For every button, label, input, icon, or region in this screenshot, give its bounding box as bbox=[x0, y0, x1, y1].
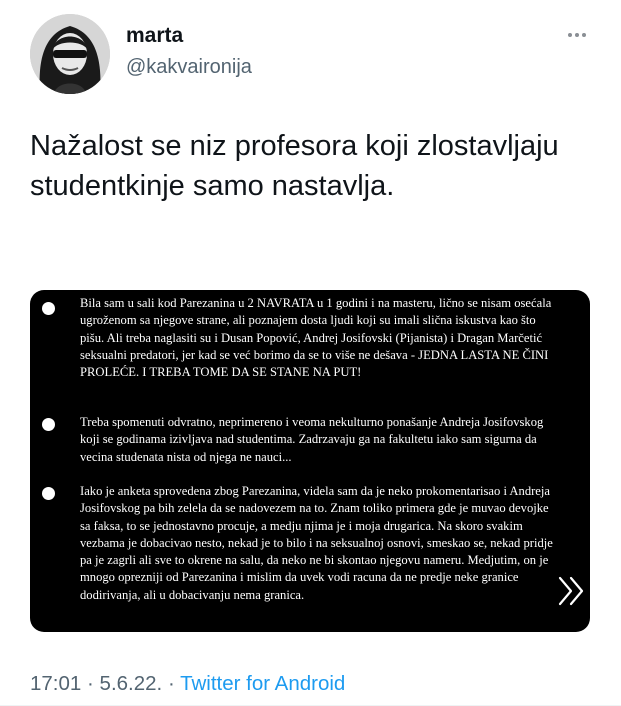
tweet-text: Nažalost se niz profesora koji zlostavlj… bbox=[30, 130, 559, 202]
tweet-media-image[interactable]: Bila sam u sali kod Parezanina u 2 NAVRA… bbox=[30, 290, 590, 632]
bullet-icon bbox=[42, 418, 55, 431]
tweet-source-link[interactable]: Twitter for Android bbox=[180, 672, 345, 695]
tweet-meta: 17:01 · 5.6.22. · Twitter for Android bbox=[30, 672, 345, 696]
double-chevron-right-icon[interactable] bbox=[556, 573, 590, 609]
tweet-time[interactable]: 17:01 bbox=[30, 672, 81, 695]
meta-separator: · bbox=[167, 672, 175, 695]
bullet-icon bbox=[42, 487, 55, 500]
tweet-date[interactable]: 5.6.22. bbox=[100, 672, 163, 695]
avatar[interactable] bbox=[30, 14, 110, 94]
more-dot-icon bbox=[575, 33, 579, 37]
media-bullet-text: Iako je anketa sprovedena zbog Parezanin… bbox=[80, 484, 553, 602]
author-handle[interactable]: @kakvaironija bbox=[126, 56, 252, 79]
avatar-image bbox=[30, 14, 110, 94]
more-dot-icon bbox=[582, 33, 586, 37]
media-bullet-text: Treba spomenuti odvratno, neprimereno i … bbox=[80, 415, 544, 464]
more-options-button[interactable] bbox=[562, 24, 592, 46]
meta-separator: · bbox=[87, 672, 94, 695]
author-display-name[interactable]: marta bbox=[126, 24, 183, 48]
more-dot-icon bbox=[568, 33, 572, 37]
bullet-icon bbox=[42, 302, 55, 315]
media-bullet-text: Bila sam u sali kod Parezanina u 2 NAVRA… bbox=[80, 296, 552, 380]
